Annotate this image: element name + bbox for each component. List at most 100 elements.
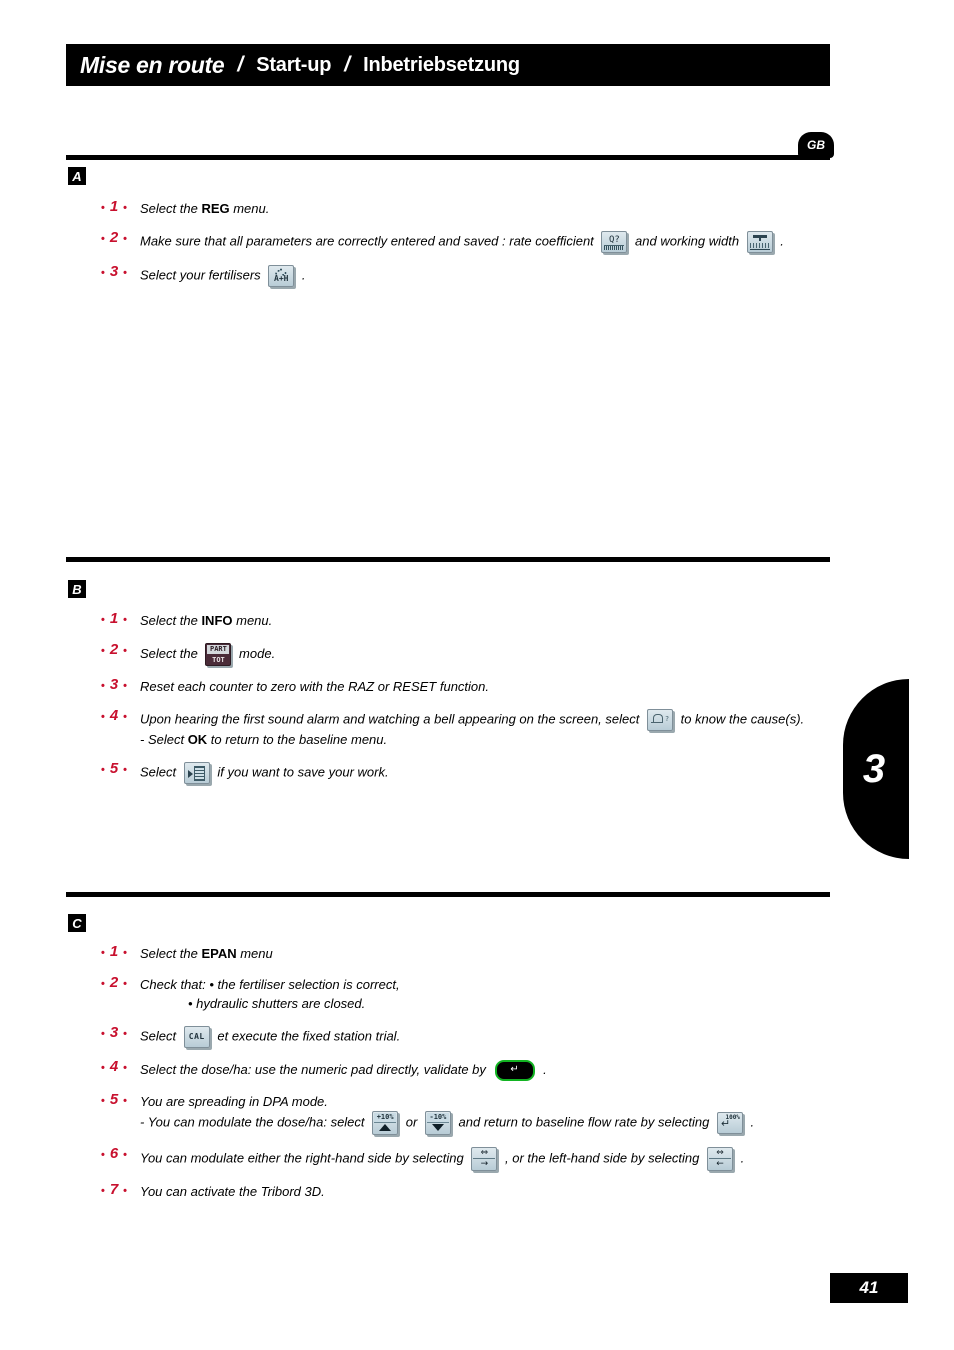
fertiliser-icon[interactable]: A+H bbox=[268, 264, 295, 287]
validate-enter-icon[interactable]: ↵ bbox=[494, 1059, 535, 1081]
step-bullet-left: • bbox=[100, 1185, 105, 1198]
step-text: You can modulate either the right-hand s… bbox=[140, 1145, 954, 1172]
step-bullet-left: • bbox=[100, 232, 105, 245]
step-number: • 3 • bbox=[88, 1024, 140, 1041]
step-text: Select the PART TOT mode. bbox=[140, 641, 954, 666]
step-bullet-left: • bbox=[100, 266, 105, 279]
step-item: • 5 • Select if you want to save your work. bbox=[0, 760, 954, 784]
section-letter-b: B bbox=[68, 580, 86, 598]
step-item: • 3 • Select CAL et execute the fixed stati… bbox=[0, 1024, 954, 1048]
section-b-steps: • 1 • Select the INFO menu. • 2 • Select the PA… bbox=[0, 610, 954, 794]
step-bullet-left: • bbox=[100, 614, 105, 626]
step-number: • 4 • bbox=[88, 707, 140, 724]
step-item: • 2 • Make sure that all parameters are cor… bbox=[0, 229, 954, 253]
save-work-icon[interactable] bbox=[183, 761, 210, 784]
modulate-right-side-icon[interactable]: ⇔ → bbox=[471, 1147, 498, 1172]
rate-coefficient-icon[interactable]: Q? bbox=[601, 230, 628, 253]
step-text-line: Select the INFO menu. bbox=[140, 613, 273, 628]
step-number: • 5 • bbox=[88, 1091, 140, 1108]
step-text: Select the INFO menu. bbox=[140, 610, 954, 631]
step-text: Select CAL et execute the fixed station … bbox=[140, 1024, 954, 1048]
menu-name: OK bbox=[187, 731, 208, 747]
step-item: • 7 • You can activate the Tribord 3D. bbox=[0, 1181, 954, 1202]
step-text-line: Reset each counter to zero with the RAZ … bbox=[140, 678, 489, 694]
step-text-line: Select the REG menu. bbox=[140, 201, 270, 216]
header-separator-2: / bbox=[344, 53, 351, 76]
page-number-box: 41 bbox=[830, 1273, 908, 1303]
step-text-line: You can modulate either the right-hand s… bbox=[140, 1147, 745, 1172]
step-bullet-right: • bbox=[123, 614, 128, 626]
step-bullet-right: • bbox=[123, 1061, 128, 1074]
step-bullet-right: • bbox=[123, 1185, 128, 1198]
step-bullet-left: • bbox=[100, 710, 105, 723]
part-tot-icon[interactable]: PART TOT bbox=[205, 642, 232, 666]
step-bullet-left: • bbox=[100, 763, 105, 776]
step-item: • 6 • You can modulate either the right-han… bbox=[0, 1145, 954, 1172]
section-c-steps: • 1 • Select the EPAN menu • 2 • Check that: • … bbox=[0, 943, 954, 1212]
step-text-line: Make sure that all parameters are correc… bbox=[140, 230, 954, 253]
step-text: Make sure that all parameters are correc… bbox=[140, 229, 954, 253]
step-number: • 3 • bbox=[88, 263, 140, 280]
working-width-icon[interactable] bbox=[746, 230, 773, 253]
step-bullet-left: • bbox=[100, 1094, 105, 1107]
step-bullet-right: • bbox=[123, 1027, 128, 1040]
step-bullet-right: • bbox=[123, 679, 128, 692]
step-text: Select the REG menu. bbox=[140, 198, 954, 219]
step-text: Select if you want to save your work. bbox=[140, 760, 954, 784]
step-number-value: 4 bbox=[109, 1057, 119, 1075]
step-number-value: 3 bbox=[109, 675, 119, 693]
step-text-line: • hydraulic shutters are closed. bbox=[140, 995, 954, 1014]
page-number: 41 bbox=[859, 1278, 879, 1297]
step-text-indent: • hydraulic shutters are closed. bbox=[188, 995, 366, 1011]
minus-10-percent-icon[interactable]: -10% bbox=[424, 1111, 451, 1136]
step-number-value: 2 bbox=[109, 228, 119, 246]
header-separator-1: / bbox=[237, 53, 244, 76]
modulate-left-side-icon[interactable]: ⇔ ← bbox=[707, 1147, 733, 1172]
alarm-bell-icon[interactable]: ? bbox=[646, 708, 673, 731]
step-number-value: 1 bbox=[109, 198, 119, 215]
menu-name: EPAN bbox=[201, 946, 237, 961]
section-rule-c bbox=[66, 892, 830, 897]
step-number: • 4 • bbox=[88, 1058, 140, 1075]
step-item: • 3 • Reset each counter to zero with the R… bbox=[0, 676, 954, 697]
header-title-english: Start-up bbox=[256, 53, 332, 76]
step-bullet-right: • bbox=[123, 202, 128, 214]
step-text: Select your fertilisers A+H . bbox=[140, 263, 954, 287]
step-number-value: 3 bbox=[109, 1023, 119, 1041]
step-number-value: 5 bbox=[109, 1090, 119, 1108]
plus-10-percent-icon[interactable]: +10% bbox=[372, 1111, 399, 1136]
step-text: Upon hearing the first sound alarm and w… bbox=[140, 707, 954, 750]
step-text-line: You are spreading in DPA mode. bbox=[140, 1093, 328, 1109]
header-title-german: Inbetriebsetzung bbox=[363, 53, 520, 76]
step-bullet-right: • bbox=[123, 644, 128, 657]
step-number: • 2 • bbox=[88, 641, 140, 658]
step-item: • 1 • Select the EPAN menu bbox=[0, 943, 954, 964]
step-text-line: Select the dose/ha: use the numeric pad … bbox=[140, 1059, 954, 1081]
page-header-bar: Mise en route / Start-up / Inbetriebsetz… bbox=[66, 44, 830, 86]
section-a-steps: • 1 • Select the REG menu. • 2 • Make sure that… bbox=[0, 198, 954, 297]
section-letter-c: C bbox=[68, 914, 86, 932]
step-bullet-right: • bbox=[123, 232, 128, 245]
return-100-percent-icon[interactable]: 100% ↵ bbox=[716, 1112, 743, 1135]
step-number: • 3 • bbox=[88, 676, 140, 693]
step-number-value: 3 bbox=[109, 262, 119, 280]
step-text-line: Select your fertilisers A+H . bbox=[140, 264, 954, 287]
step-bullet-left: • bbox=[100, 1061, 105, 1074]
step-bullet-left: • bbox=[100, 644, 105, 657]
menu-name: REG bbox=[201, 201, 230, 216]
step-text-line: Upon hearing the first sound alarm and w… bbox=[140, 708, 954, 731]
step-number: • 2 • bbox=[88, 974, 140, 991]
step-text-line: - You can modulate the dose/ha: select +… bbox=[140, 1111, 954, 1136]
step-bullet-right: • bbox=[123, 1094, 128, 1107]
step-bullet-right: • bbox=[123, 266, 128, 279]
step-number: • 1 • bbox=[88, 943, 140, 960]
step-text: Check that: • the fertiliser selection i… bbox=[140, 974, 954, 1014]
step-text-line: - Select OK to return to the baseline me… bbox=[140, 731, 388, 747]
step-number: • 1 • bbox=[88, 198, 140, 215]
step-item: • 2 • Check that: • the fertiliser selectio… bbox=[0, 974, 954, 1014]
step-bullet-right: • bbox=[123, 947, 128, 959]
step-bullet-left: • bbox=[100, 679, 105, 692]
step-text-line: Select the EPAN menu bbox=[140, 946, 273, 961]
cal-icon[interactable]: CAL bbox=[183, 1025, 210, 1048]
step-number: • 6 • bbox=[88, 1145, 140, 1162]
